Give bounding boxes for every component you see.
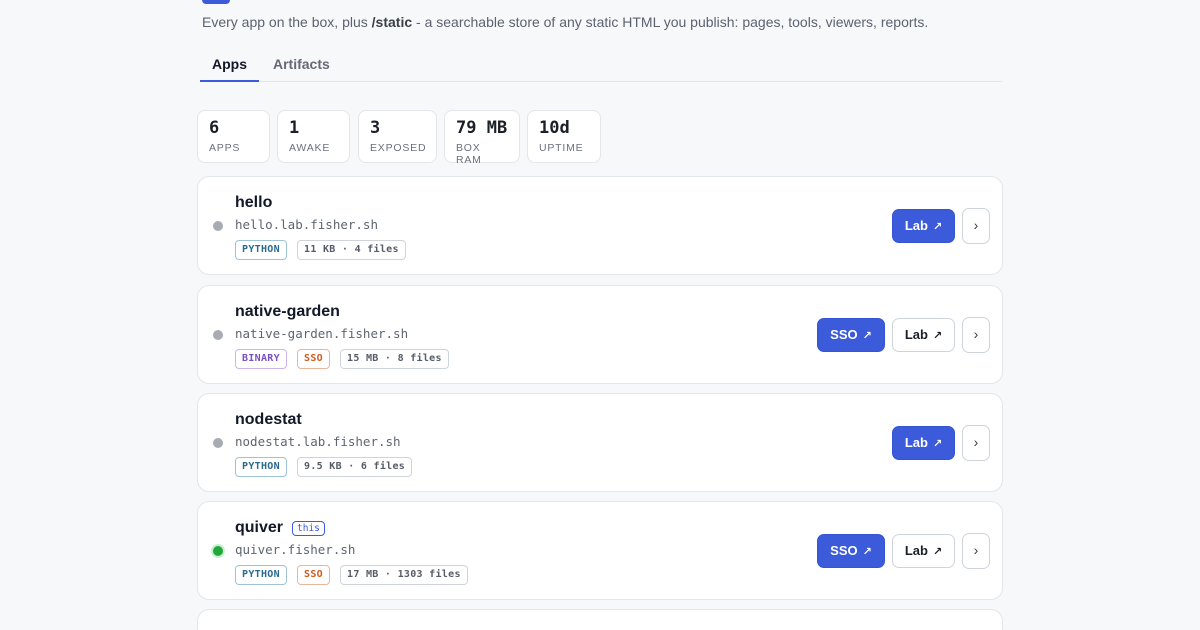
- stat-value: 79 MB: [456, 118, 508, 138]
- stat-value: 6: [209, 118, 220, 138]
- tag-sso: SSO: [297, 565, 330, 585]
- stat-awake: 1 AWAKE: [277, 110, 350, 163]
- app-card-quiver[interactable]: quiver this quiver.fisher.sh PYTHON SSO …: [197, 501, 1003, 600]
- external-link-icon: ↗: [862, 330, 872, 342]
- app-host: hello.lab.fisher.sh: [235, 217, 378, 232]
- app-host: native-garden.fisher.sh: [235, 326, 409, 341]
- tag-size: 15 MB · 8 files: [340, 349, 449, 369]
- tag-size: 9.5 KB · 6 files: [297, 457, 413, 477]
- lab-button-label: Lab: [904, 435, 928, 450]
- stat-value: 10d: [539, 118, 570, 138]
- status-dot-sleeping: [213, 221, 223, 231]
- lab-button[interactable]: Lab ↗: [892, 534, 955, 568]
- stat-label: BOX RAM: [456, 142, 482, 166]
- stat-box-ram: 79 MB BOX RAM: [444, 110, 520, 166]
- apps-page: Every app on the box, plus /static - a s…: [0, 0, 1200, 630]
- lab-button[interactable]: Lab ↗: [892, 426, 955, 460]
- lab-button-label: Lab: [904, 218, 928, 233]
- stat-apps: 6 APPS: [197, 110, 270, 163]
- app-host: nodestat.lab.fisher.sh: [235, 434, 401, 449]
- this-badge: this: [292, 521, 325, 536]
- app-host: quiver.fisher.sh: [235, 542, 356, 557]
- page-subtitle: Every app on the box, plus /static - a s…: [202, 14, 928, 30]
- tab-bar: Apps Artifacts: [200, 50, 1002, 82]
- sso-button-label: SSO: [830, 327, 858, 342]
- subtitle-text: Every app on the box, plus: [202, 14, 372, 30]
- chevron-right-icon[interactable]: ›: [962, 533, 990, 569]
- status-dot-sleeping: [213, 330, 223, 340]
- chevron-right-icon[interactable]: ›: [962, 317, 990, 353]
- brand-logo: [202, 0, 230, 4]
- lab-button[interactable]: Lab ↗: [892, 318, 955, 352]
- app-card-nodestat[interactable]: nodestat nodestat.lab.fisher.sh PYTHON 9…: [197, 393, 1003, 492]
- tag-size: 17 MB · 1303 files: [340, 565, 468, 585]
- chevron-right-icon[interactable]: ›: [962, 425, 990, 461]
- tab-artifacts[interactable]: Artifacts: [261, 50, 342, 82]
- stat-value: 1: [289, 118, 300, 138]
- external-link-icon: ↗: [932, 438, 943, 450]
- app-name: quiver: [235, 519, 284, 536]
- tag-sso: SSO: [297, 349, 330, 369]
- stat-label: APPS: [209, 142, 241, 154]
- lab-button-label: Lab: [904, 543, 928, 558]
- stat-label: UPTIME: [539, 142, 584, 154]
- external-link-icon: ↗: [932, 546, 943, 558]
- tag-python: PYTHON: [235, 457, 287, 477]
- stat-label: EXPOSED: [370, 142, 427, 154]
- lab-button-label: Lab: [904, 327, 928, 342]
- stat-uptime: 10d UPTIME: [527, 110, 601, 163]
- subtitle-text-rest: - a searchable store of any static HTML …: [412, 14, 929, 30]
- sso-button[interactable]: SSO ↗: [817, 534, 885, 568]
- stat-exposed: 3 EXPOSED: [358, 110, 437, 163]
- subtitle-static-path: /static: [371, 14, 413, 30]
- stat-label: AWAKE: [289, 142, 331, 154]
- tag-python: PYTHON: [235, 240, 287, 260]
- sso-button[interactable]: SSO ↗: [817, 318, 885, 352]
- app-name: nodestat: [235, 411, 302, 428]
- sso-button-label: SSO: [830, 543, 858, 558]
- external-link-icon: ↗: [862, 546, 872, 558]
- chevron-right-icon[interactable]: ›: [962, 208, 990, 244]
- app-name: hello: [235, 194, 273, 211]
- tag-binary: BINARY: [235, 349, 287, 369]
- app-name: native-garden: [235, 303, 340, 320]
- tag-python: PYTHON: [235, 565, 287, 585]
- app-card-native-garden[interactable]: native-garden native-garden.fisher.sh BI…: [197, 285, 1003, 384]
- external-link-icon: ↗: [932, 221, 943, 233]
- tag-size: 11 KB · 4 files: [297, 240, 406, 260]
- status-dot-awake: [213, 546, 223, 556]
- tab-apps[interactable]: Apps: [200, 50, 259, 82]
- external-link-icon: ↗: [932, 330, 943, 342]
- status-dot-sleeping: [213, 438, 223, 448]
- lab-button[interactable]: Lab ↗: [892, 209, 955, 243]
- app-card-next[interactable]: [197, 609, 1003, 630]
- app-card-hello[interactable]: hello hello.lab.fisher.sh PYTHON 11 KB ·…: [197, 176, 1003, 275]
- stat-value: 3: [370, 118, 381, 138]
